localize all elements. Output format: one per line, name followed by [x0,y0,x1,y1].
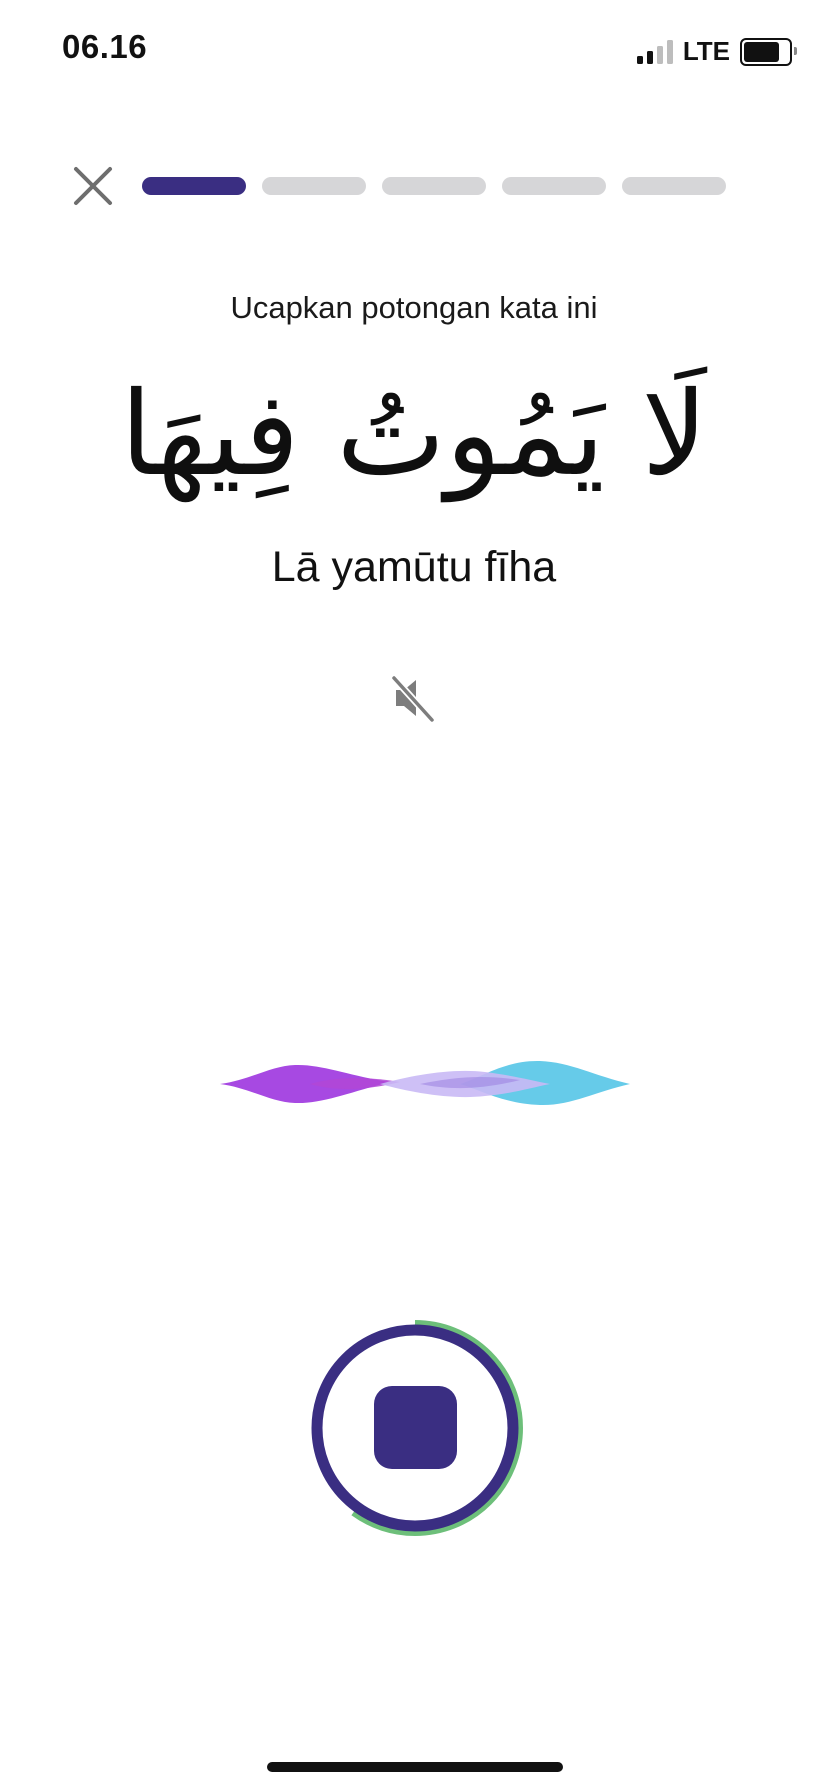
stop-icon [374,1386,457,1469]
battery-icon [740,37,797,66]
network-type: LTE [682,36,730,66]
waveform-graphic [70,1060,770,1106]
record-control [307,1320,523,1536]
status-indicators: LTE [636,36,797,67]
signal-strength-icon [636,39,673,64]
transliteration-text: Lā yamūtu fīha [271,543,557,591]
mute-audio-button[interactable] [390,672,438,724]
close-icon [74,167,112,205]
progress-segment-1 [142,177,246,195]
progress-segment-5 [622,177,726,195]
lesson-progress [142,177,726,195]
instruction-text: Ucapkan potongan kata ini [230,290,598,325]
status-time: 06.16 [62,28,148,65]
voice-waveform [60,1040,780,1128]
home-indicator[interactable] [267,1762,563,1772]
arabic-phrase: لَا يَمُوتُ فِيهَا [120,367,708,502]
speaker-muted-icon [390,674,436,724]
close-button[interactable] [70,163,116,209]
status-bar: 06.16 LTE [0,0,828,100]
progress-segment-2 [262,177,366,195]
stop-recording-button[interactable] [305,1310,525,1546]
progress-segment-3 [382,177,486,195]
progress-segment-4 [502,177,606,195]
